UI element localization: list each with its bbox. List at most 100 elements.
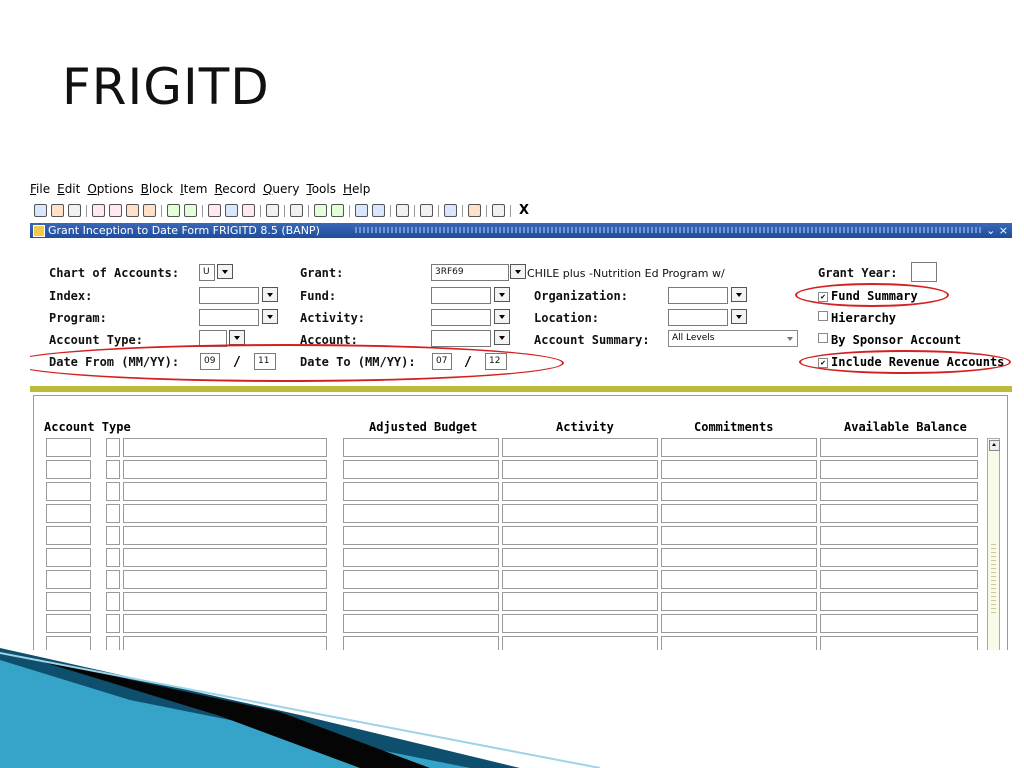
hierarchy-checkbox[interactable]: Hierarchy [818,311,896,325]
adjusted-budget-cell[interactable] [343,614,499,633]
indicator-cell[interactable] [106,636,120,650]
commitments-cell[interactable] [661,570,817,589]
available-balance-cell[interactable] [820,548,978,567]
activity-dropdown-button[interactable] [494,309,510,324]
description-cell[interactable] [123,636,327,650]
account-type-dropdown-button[interactable] [229,330,245,345]
indicator-cell[interactable] [106,570,120,589]
account-type-cell[interactable] [46,636,91,650]
indicator-cell[interactable] [106,438,120,457]
help-icon[interactable] [468,204,481,217]
indicator-cell[interactable] [106,460,120,479]
navigate-icon[interactable] [372,204,385,217]
indicator-cell[interactable] [106,482,120,501]
add-icon[interactable] [331,204,344,217]
print-icon[interactable] [68,204,81,217]
insert-record-icon[interactable] [208,204,221,217]
description-cell[interactable] [123,548,327,567]
account-type-cell[interactable] [46,526,91,545]
commitments-cell[interactable] [661,460,817,479]
workflow-icon[interactable] [444,204,457,217]
activity-cell[interactable] [502,636,658,650]
lightbulb-icon[interactable] [492,204,505,217]
indicator-cell[interactable] [106,526,120,545]
scroll-grip[interactable] [991,544,996,614]
globe-icon[interactable] [420,204,433,217]
search-icon[interactable] [314,204,327,217]
commitments-cell[interactable] [661,482,817,501]
commitments-cell[interactable] [661,592,817,611]
indicator-cell[interactable] [106,614,120,633]
fund-summary-checkbox[interactable]: ✔ Fund Summary [818,289,918,303]
description-cell[interactable] [123,526,327,545]
window-controls[interactable]: ⌄ × [986,223,1008,238]
rollback-icon[interactable] [51,204,64,217]
index-input[interactable] [199,287,259,304]
menu-options[interactable]: Options [87,182,133,200]
description-cell[interactable] [123,570,327,589]
adjusted-budget-cell[interactable] [343,592,499,611]
program-input[interactable] [199,309,259,326]
activity-cell[interactable] [502,548,658,567]
adjusted-budget-cell[interactable] [343,548,499,567]
adjusted-budget-cell[interactable] [343,482,499,501]
commitments-cell[interactable] [661,548,817,567]
activity-cell[interactable] [502,526,658,545]
available-balance-cell[interactable] [820,460,978,479]
account-type-input[interactable] [199,330,227,347]
organization-input[interactable] [668,287,728,304]
account-type-cell[interactable] [46,592,91,611]
delete-record-icon[interactable] [242,204,255,217]
account-type-cell[interactable] [46,570,91,589]
description-cell[interactable] [123,460,327,479]
account-input[interactable] [431,330,491,347]
date-to-month-input[interactable]: 07 [432,353,452,370]
date-from-month-input[interactable]: 09 [200,353,220,370]
adjusted-budget-cell[interactable] [343,570,499,589]
description-cell[interactable] [123,614,327,633]
commitments-cell[interactable] [661,614,817,633]
menu-query[interactable]: Query [263,182,299,200]
previous-record-icon[interactable] [126,204,139,217]
description-cell[interactable] [123,482,327,501]
account-type-cell[interactable] [46,482,91,501]
vertical-scrollbar[interactable] [987,438,1000,650]
account-summary-select[interactable]: All Levels [668,330,798,347]
remove-record-icon[interactable] [225,204,238,217]
chart-of-accounts-input[interactable]: U [199,264,215,281]
location-input[interactable] [668,309,728,326]
activity-input[interactable] [431,309,491,326]
clear-icon[interactable] [266,204,279,217]
commitments-cell[interactable] [661,526,817,545]
account-type-cell[interactable] [46,548,91,567]
speaker-icon[interactable] [396,204,409,217]
program-dropdown-button[interactable] [262,309,278,324]
menu-tools[interactable]: Tools [306,182,336,200]
account-type-cell[interactable] [46,460,91,479]
available-balance-cell[interactable] [820,570,978,589]
activity-cell[interactable] [502,614,658,633]
index-dropdown-button[interactable] [262,287,278,302]
grant-year-input[interactable] [911,262,937,282]
menu-help[interactable]: Help [343,182,370,200]
chart-dropdown-button[interactable] [217,264,233,279]
commitments-cell[interactable] [661,636,817,650]
activity-cell[interactable] [502,592,658,611]
adjusted-budget-cell[interactable] [343,526,499,545]
date-to-year-input[interactable]: 12 [485,353,507,370]
activity-cell[interactable] [502,570,658,589]
save-icon[interactable] [34,204,47,217]
include-revenue-accounts-checkbox[interactable]: ✔ Include Revenue Accounts [818,355,1004,369]
hierarchy-checkmark[interactable] [818,311,828,321]
activity-cell[interactable] [502,460,658,479]
available-balance-cell[interactable] [820,614,978,633]
location-dropdown-button[interactable] [731,309,747,324]
adjusted-budget-cell[interactable] [343,438,499,457]
description-cell[interactable] [123,504,327,523]
fund-dropdown-button[interactable] [494,287,510,302]
menu-item[interactable]: Item [180,182,207,200]
menu-record[interactable]: Record [214,182,255,200]
account-type-cell[interactable] [46,438,91,457]
available-balance-cell[interactable] [820,526,978,545]
grant-dropdown-button[interactable] [510,264,526,279]
